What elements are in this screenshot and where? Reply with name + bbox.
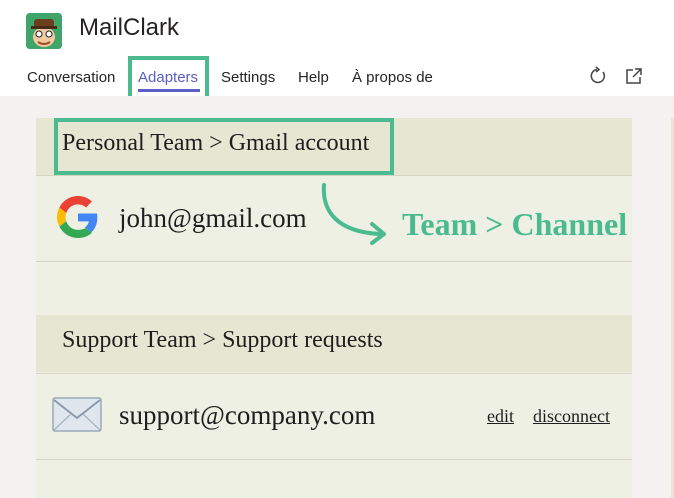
app-logo <box>26 13 62 49</box>
divider <box>36 459 632 460</box>
annotation-label: Team > Channel <box>402 206 628 242</box>
google-icon <box>56 196 100 238</box>
app-title: MailClark <box>79 14 180 41</box>
edit-link[interactable]: edit <box>487 406 514 427</box>
account-email: john@gmail.com <box>119 203 307 233</box>
tab-settings[interactable]: Settings <box>221 69 275 86</box>
tab-conversation[interactable]: Conversation <box>27 69 115 86</box>
adapter-header-text: Support Team > Support requests <box>62 327 383 353</box>
adapter-header-support: Support Team > Support requests <box>36 315 632 372</box>
divider <box>36 175 632 176</box>
popout-icon[interactable] <box>624 66 644 86</box>
tab-help[interactable]: Help <box>298 69 329 86</box>
tab-bar: Conversation Adapters Settings Help À pr… <box>0 60 674 96</box>
divider <box>36 261 632 262</box>
annotation-arrow-icon <box>318 182 394 246</box>
envelope-icon <box>52 396 102 434</box>
section-highlight-box <box>54 118 394 175</box>
account-email: support@company.com <box>119 400 376 430</box>
tab-about[interactable]: À propos de <box>352 69 433 86</box>
divider <box>36 373 632 374</box>
refresh-icon[interactable] <box>588 66 608 86</box>
disconnect-link[interactable]: disconnect <box>533 406 610 427</box>
